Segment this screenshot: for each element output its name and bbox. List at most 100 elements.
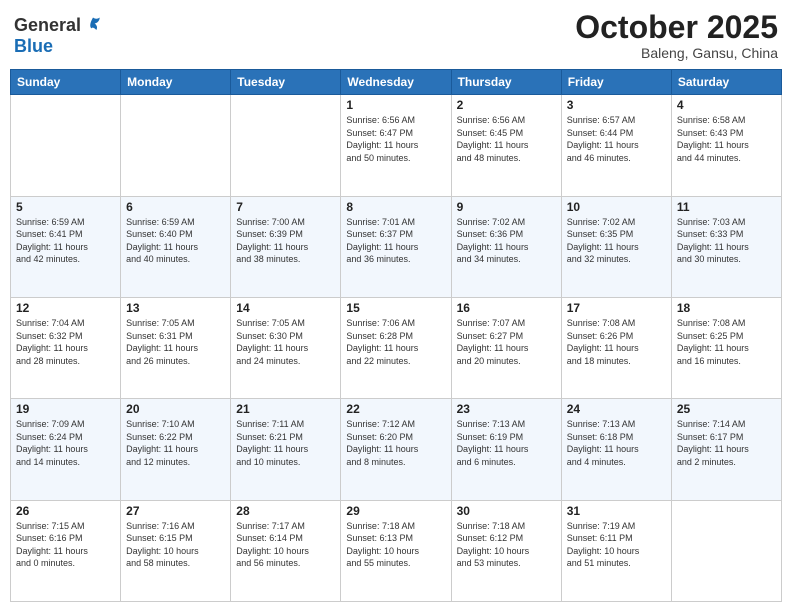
day-number: 22 [346,402,445,416]
day-info: Sunrise: 6:59 AM Sunset: 6:40 PM Dayligh… [126,216,225,266]
calendar-cell: 30 Sunrise: 7:18 AM Sunset: 6:12 PM Dayli… [451,500,561,601]
day-info: Sunrise: 7:02 AM Sunset: 6:35 PM Dayligh… [567,216,666,266]
calendar-cell: 11 Sunrise: 7:03 AM Sunset: 6:33 PM Dayli… [671,196,781,297]
day-number: 21 [236,402,335,416]
calendar-week-5: 26Sunrise: 7:15 AM Sunset: 6:16 PM Dayli… [11,500,782,601]
day-number: 31 [567,504,666,518]
day-number: 14 [236,301,335,315]
calendar-cell: 15Sunrise: 7:06 AM Sunset: 6:28 PM Dayli… [341,297,451,398]
day-info: Sunrise: 6:57 AM Sunset: 6:44 PM Dayligh… [567,114,666,164]
calendar-week-4: 19 Sunrise: 7:09 AM Sunset: 6:24 PM Dayli… [11,399,782,500]
day-info: Sunrise: 7:09 AM Sunset: 6:24 PM Dayligh… [16,418,115,468]
calendar-cell: 12Sunrise: 7:04 AM Sunset: 6:32 PM Dayli… [11,297,121,398]
calendar-cell: 21Sunrise: 7:11 AM Sunset: 6:21 PM Dayli… [231,399,341,500]
day-number: 28 [236,504,335,518]
header-saturday: Saturday [671,70,781,95]
day-info: Sunrise: 7:12 AM Sunset: 6:20 PM Dayligh… [346,418,445,468]
page-container: General Blue October 2025 Baleng, Gansu,… [0,0,792,612]
day-number: 23 [457,402,556,416]
day-number: 10 [567,200,666,214]
title-block: October 2025 Baleng, Gansu, China [575,10,778,61]
calendar-cell [671,500,781,601]
day-info: Sunrise: 7:03 AM Sunset: 6:33 PM Dayligh… [677,216,776,266]
day-number: 11 [677,200,776,214]
calendar-cell: 1Sunrise: 6:56 AM Sunset: 6:47 PM Daylig… [341,95,451,196]
day-info: Sunrise: 7:08 AM Sunset: 6:26 PM Dayligh… [567,317,666,367]
calendar-cell: 2 Sunrise: 6:56 AM Sunset: 6:45 PM Daylig… [451,95,561,196]
calendar-cell: 6 Sunrise: 6:59 AM Sunset: 6:40 PM Daylig… [121,196,231,297]
calendar-cell: 3Sunrise: 6:57 AM Sunset: 6:44 PM Daylig… [561,95,671,196]
day-info: Sunrise: 7:02 AM Sunset: 6:36 PM Dayligh… [457,216,556,266]
calendar-cell: 29Sunrise: 7:18 AM Sunset: 6:13 PM Dayli… [341,500,451,601]
logo-blue-text: Blue [14,36,53,57]
calendar-subtitle: Baleng, Gansu, China [575,45,778,61]
calendar-week-1: 1Sunrise: 6:56 AM Sunset: 6:47 PM Daylig… [11,95,782,196]
calendar-cell: 18Sunrise: 7:08 AM Sunset: 6:25 PM Dayli… [671,297,781,398]
day-info: Sunrise: 7:05 AM Sunset: 6:31 PM Dayligh… [126,317,225,367]
day-number: 7 [236,200,335,214]
calendar-cell: 7 Sunrise: 7:00 AM Sunset: 6:39 PM Daylig… [231,196,341,297]
day-info: Sunrise: 7:04 AM Sunset: 6:32 PM Dayligh… [16,317,115,367]
calendar-table: Sunday Monday Tuesday Wednesday Thursday… [10,69,782,602]
calendar-cell: 19 Sunrise: 7:09 AM Sunset: 6:24 PM Dayli… [11,399,121,500]
day-number: 20 [126,402,225,416]
calendar-cell: 10 Sunrise: 7:02 AM Sunset: 6:35 PM Dayli… [561,196,671,297]
calendar-cell: 4Sunrise: 6:58 AM Sunset: 6:43 PM Daylig… [671,95,781,196]
day-number: 29 [346,504,445,518]
logo: General Blue [14,15,103,57]
day-info: Sunrise: 7:13 AM Sunset: 6:19 PM Dayligh… [457,418,556,468]
calendar-cell [231,95,341,196]
calendar-cell: 27Sunrise: 7:16 AM Sunset: 6:15 PM Dayli… [121,500,231,601]
day-info: Sunrise: 7:15 AM Sunset: 6:16 PM Dayligh… [16,520,115,570]
calendar-cell: 14Sunrise: 7:05 AM Sunset: 6:30 PM Dayli… [231,297,341,398]
calendar-header-row: Sunday Monday Tuesday Wednesday Thursday… [11,70,782,95]
day-info: Sunrise: 6:56 AM Sunset: 6:45 PM Dayligh… [457,114,556,164]
calendar-cell: 23 Sunrise: 7:13 AM Sunset: 6:19 PM Dayli… [451,399,561,500]
day-number: 9 [457,200,556,214]
day-number: 16 [457,301,556,315]
calendar-cell [11,95,121,196]
calendar-cell: 9 Sunrise: 7:02 AM Sunset: 6:36 PM Daylig… [451,196,561,297]
header-wednesday: Wednesday [341,70,451,95]
day-info: Sunrise: 7:18 AM Sunset: 6:12 PM Dayligh… [457,520,556,570]
calendar-cell: 8 Sunrise: 7:01 AM Sunset: 6:37 PM Daylig… [341,196,451,297]
day-info: Sunrise: 6:59 AM Sunset: 6:41 PM Dayligh… [16,216,115,266]
calendar-cell: 20Sunrise: 7:10 AM Sunset: 6:22 PM Dayli… [121,399,231,500]
calendar-cell [121,95,231,196]
calendar-cell: 25Sunrise: 7:14 AM Sunset: 6:17 PM Dayli… [671,399,781,500]
day-number: 27 [126,504,225,518]
day-info: Sunrise: 7:01 AM Sunset: 6:37 PM Dayligh… [346,216,445,266]
day-info: Sunrise: 7:00 AM Sunset: 6:39 PM Dayligh… [236,216,335,266]
day-number: 2 [457,98,556,112]
calendar-week-2: 5 Sunrise: 6:59 AM Sunset: 6:41 PM Daylig… [11,196,782,297]
day-info: Sunrise: 7:08 AM Sunset: 6:25 PM Dayligh… [677,317,776,367]
day-info: Sunrise: 7:07 AM Sunset: 6:27 PM Dayligh… [457,317,556,367]
calendar-cell: 13Sunrise: 7:05 AM Sunset: 6:31 PM Dayli… [121,297,231,398]
day-number: 5 [16,200,115,214]
header-sunday: Sunday [11,70,121,95]
day-info: Sunrise: 7:13 AM Sunset: 6:18 PM Dayligh… [567,418,666,468]
day-info: Sunrise: 7:06 AM Sunset: 6:28 PM Dayligh… [346,317,445,367]
calendar-week-3: 12Sunrise: 7:04 AM Sunset: 6:32 PM Dayli… [11,297,782,398]
header-monday: Monday [121,70,231,95]
logo-bird-icon [83,15,103,35]
day-number: 17 [567,301,666,315]
calendar-cell: 28Sunrise: 7:17 AM Sunset: 6:14 PM Dayli… [231,500,341,601]
page-header: General Blue October 2025 Baleng, Gansu,… [10,10,782,61]
calendar-cell: 22 Sunrise: 7:12 AM Sunset: 6:20 PM Dayli… [341,399,451,500]
day-number: 30 [457,504,556,518]
logo-general-text: General [14,15,81,36]
calendar-title: October 2025 [575,10,778,45]
header-friday: Friday [561,70,671,95]
day-number: 1 [346,98,445,112]
day-info: Sunrise: 7:19 AM Sunset: 6:11 PM Dayligh… [567,520,666,570]
calendar-cell: 5 Sunrise: 6:59 AM Sunset: 6:41 PM Daylig… [11,196,121,297]
day-info: Sunrise: 7:14 AM Sunset: 6:17 PM Dayligh… [677,418,776,468]
day-number: 19 [16,402,115,416]
header-thursday: Thursday [451,70,561,95]
day-number: 6 [126,200,225,214]
calendar-cell: 16 Sunrise: 7:07 AM Sunset: 6:27 PM Dayli… [451,297,561,398]
day-info: Sunrise: 6:58 AM Sunset: 6:43 PM Dayligh… [677,114,776,164]
day-number: 8 [346,200,445,214]
header-tuesday: Tuesday [231,70,341,95]
